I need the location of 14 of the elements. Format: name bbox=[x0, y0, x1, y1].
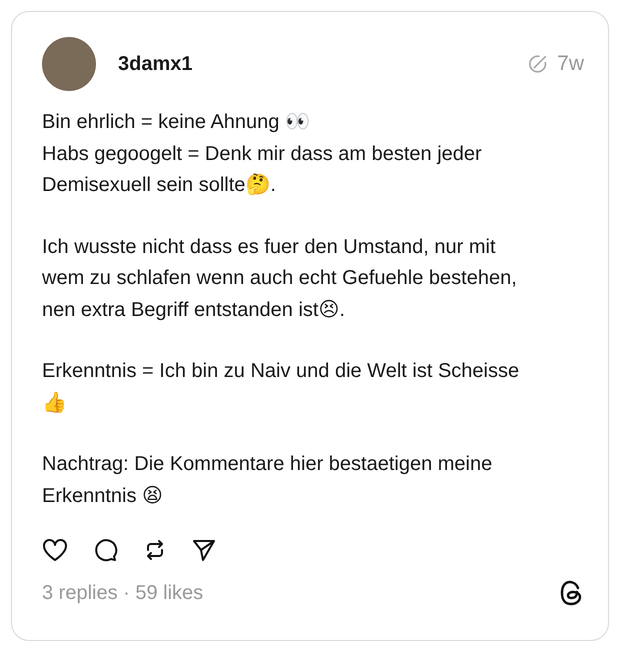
avatar[interactable] bbox=[42, 37, 96, 91]
post-text: Erkenntnis = Ich bin zu Naiv und die Welt ist Scheisse 👍 bbox=[42, 359, 520, 416]
edited-icon bbox=[527, 53, 550, 75]
threads-logo-icon bbox=[560, 580, 584, 606]
post-text: Bin ehrlich = keine Ahnung 👀 Habs gegoogelt = Denk mir dass am besten jeder Demisexuell sein sollte🤔. bbox=[42, 110, 483, 198]
heart-icon[interactable] bbox=[42, 538, 68, 562]
author-name[interactable]: 3damx1 bbox=[118, 52, 506, 76]
post-time: 7w bbox=[557, 52, 584, 76]
post-text: Nachtrag: Die Kommentare hier bestaetigen meine Erkenntnis 😫 bbox=[42, 452, 494, 508]
send-icon[interactable] bbox=[192, 538, 216, 562]
repost-icon[interactable] bbox=[144, 538, 166, 562]
comment-icon[interactable] bbox=[94, 538, 118, 562]
post-stats: 3 replies · 59 likes bbox=[42, 582, 204, 604]
post-text: Ich wusste nicht dass es fuer den Umstand, nur mit wem zu schlafen wenn auch echt Gefuehle bestehen, nen extra Begriff entstanden ist😣. bbox=[42, 234, 518, 322]
